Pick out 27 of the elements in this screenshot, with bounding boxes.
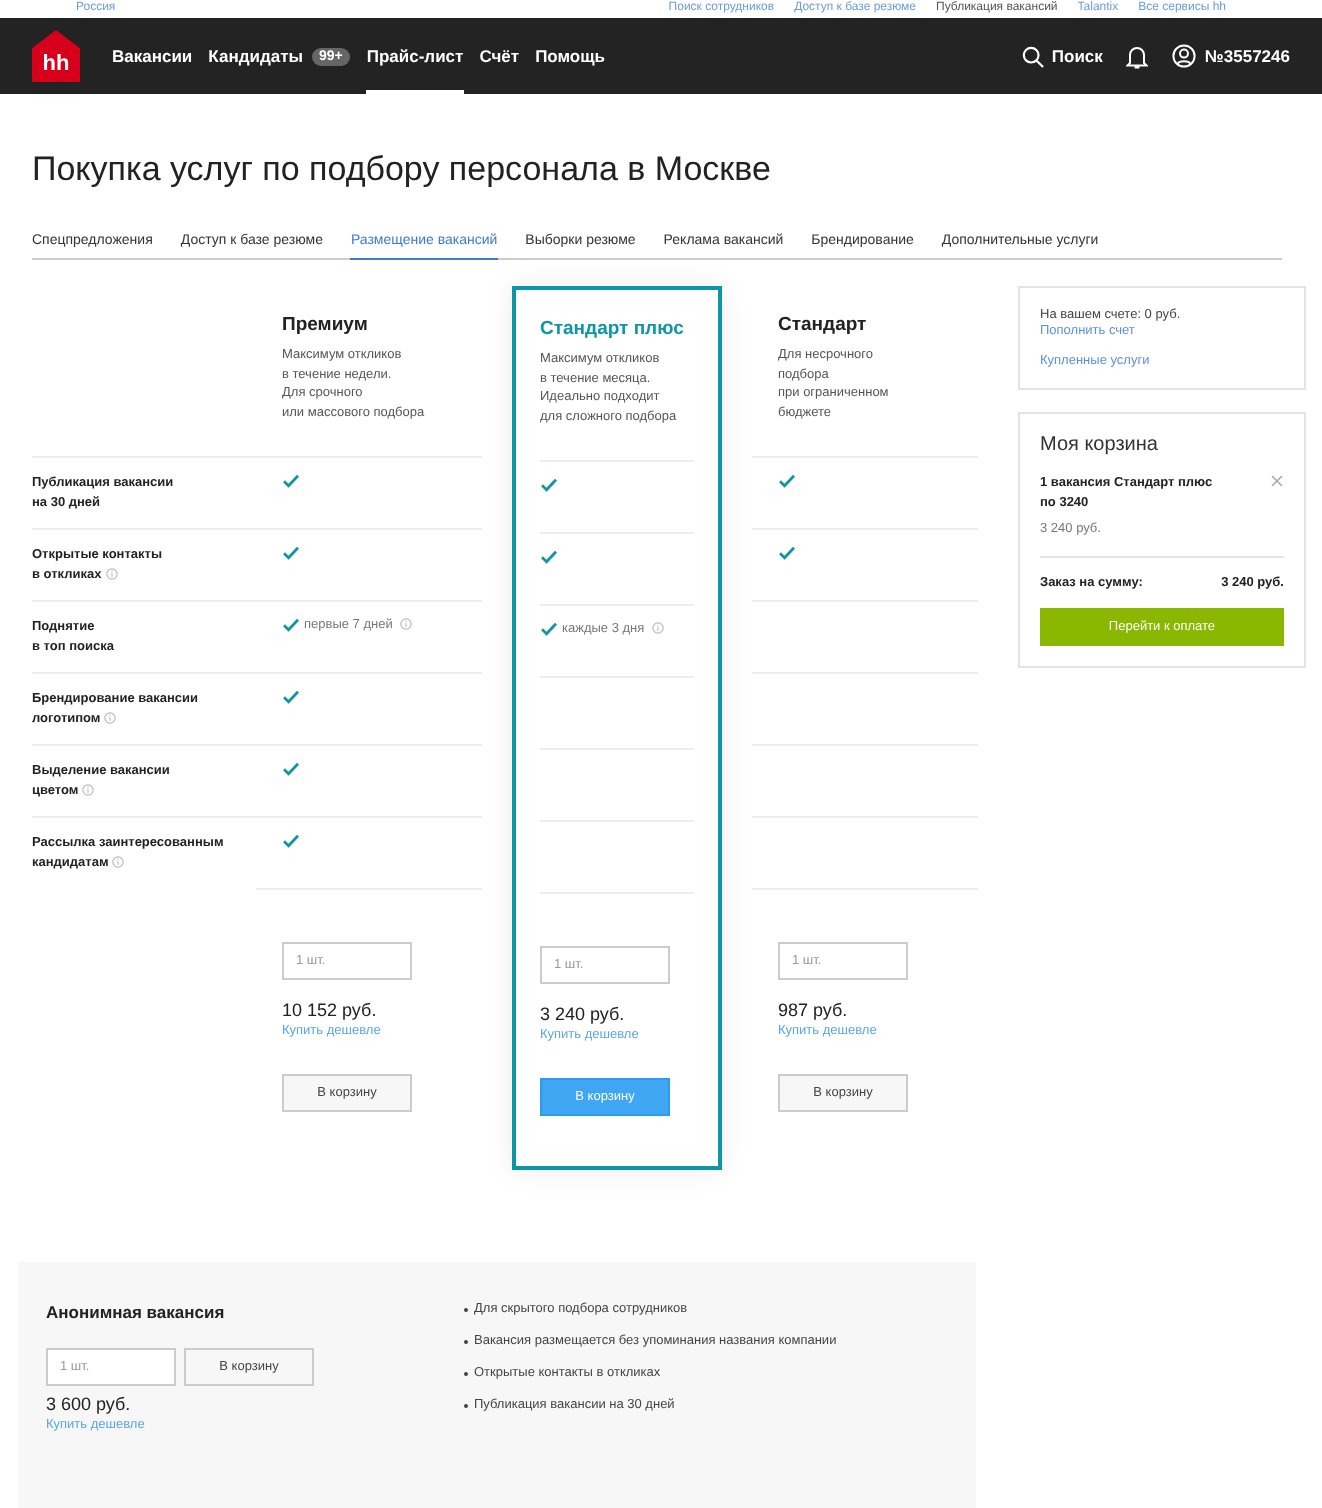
plan-name: Стандарт — [778, 314, 869, 336]
page-title: Покупка услуг по подбору персонала в Москве — [32, 150, 773, 190]
logo[interactable]: hh — [32, 30, 80, 82]
info-icon[interactable] — [104, 712, 117, 724]
nav-item[interactable]: Счёт — [479, 18, 520, 94]
nav-item[interactable]: Прайс-лист — [366, 18, 464, 94]
bell-icon[interactable] — [1126, 43, 1149, 69]
plan-price: 3 240 руб. — [540, 1004, 625, 1024]
nav-item[interactable]: Помощь — [535, 18, 606, 94]
info-icon[interactable] — [652, 622, 665, 634]
plan-name: Премиум — [282, 314, 370, 336]
info-icon[interactable] — [112, 856, 125, 868]
section-title: Анонимная вакансия — [46, 1302, 225, 1322]
account-button[interactable]: №3557246 — [1172, 44, 1290, 68]
plan-price: 10 152 руб. — [282, 1000, 377, 1020]
nav-item[interactable]: Вакансии — [112, 18, 193, 94]
plan-name: Стандарт плюс — [540, 318, 686, 340]
plan-price: 3 600 руб. — [46, 1394, 131, 1414]
user-icon — [1172, 44, 1197, 68]
info-icon[interactable] — [400, 618, 413, 630]
info-icon[interactable] — [82, 784, 95, 796]
search-button[interactable]: Поиск — [1021, 45, 1103, 67]
plan-price: 987 руб. — [778, 1000, 848, 1020]
search-icon — [1021, 45, 1044, 67]
close-icon[interactable] — [1270, 474, 1284, 488]
info-icon[interactable] — [105, 568, 118, 580]
cart-title: Моя корзина — [1040, 434, 1160, 456]
